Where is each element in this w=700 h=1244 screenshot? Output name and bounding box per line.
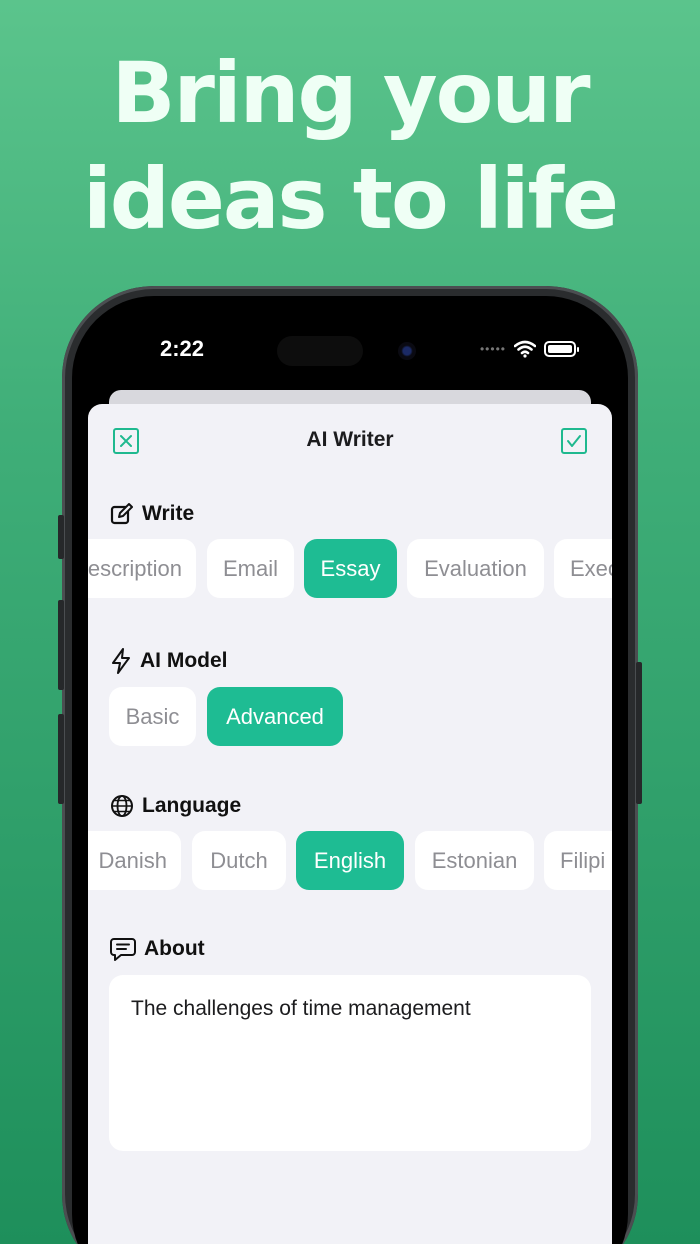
write-section-label: Write bbox=[110, 502, 194, 526]
write-option-exec[interactable]: Exec bbox=[554, 539, 612, 598]
checkmark-icon bbox=[567, 435, 581, 447]
about-label: About bbox=[144, 937, 205, 960]
phone-screen: 2:22 ••••• AI Writer Write escription Em… bbox=[72, 296, 628, 1244]
language-option-dutch[interactable]: Dutch bbox=[192, 831, 286, 890]
language-option-estonian[interactable]: Estonian bbox=[415, 831, 534, 890]
ai-model-label: AI Model bbox=[140, 649, 228, 672]
about-text: The challenges of time management bbox=[131, 997, 471, 1020]
language-options: Danish Dutch English Estonian Filipi bbox=[88, 831, 612, 891]
lightning-icon bbox=[112, 648, 130, 674]
ai-writer-sheet: AI Writer Write escription Email Essay E… bbox=[88, 404, 612, 1244]
headline-line-2: ideas to life bbox=[82, 150, 619, 248]
write-option-description[interactable]: escription bbox=[88, 539, 196, 598]
ai-model-section-label: AI Model bbox=[110, 648, 228, 674]
message-icon bbox=[110, 938, 136, 961]
phone-volume-down-button bbox=[58, 714, 64, 804]
language-section-label: Language bbox=[110, 794, 241, 818]
headline: Bring your ideas to life bbox=[0, 40, 700, 252]
camera-icon bbox=[398, 342, 416, 360]
dynamic-island bbox=[277, 336, 363, 366]
headline-line-1: Bring your bbox=[111, 44, 590, 142]
confirm-button[interactable] bbox=[561, 428, 587, 454]
write-options: escription Email Essay Evaluation Exec bbox=[88, 539, 612, 599]
signal-dots-icon: ••••• bbox=[479, 342, 506, 356]
globe-icon bbox=[111, 795, 133, 817]
battery-icon bbox=[544, 341, 579, 357]
wifi-icon bbox=[514, 340, 536, 358]
about-text-area[interactable]: The challenges of time management bbox=[109, 975, 591, 1151]
ai-model-option-advanced[interactable]: Advanced bbox=[207, 687, 343, 746]
write-option-essay[interactable]: Essay bbox=[304, 539, 397, 598]
status-time: 2:22 bbox=[160, 336, 205, 361]
language-option-filipino[interactable]: Filipi bbox=[544, 831, 612, 890]
status-indicators: ••••• bbox=[479, 340, 579, 358]
phone-volume-up-button bbox=[58, 600, 64, 690]
phone-power-button bbox=[636, 662, 642, 804]
sheet-title: AI Writer bbox=[306, 428, 394, 451]
language-option-english[interactable]: English bbox=[296, 831, 404, 890]
write-option-email[interactable]: Email bbox=[207, 539, 294, 598]
about-section-label: About bbox=[110, 936, 205, 962]
phone-action-button bbox=[58, 515, 64, 559]
ai-model-options: Basic Advanced bbox=[88, 687, 612, 747]
edit-icon bbox=[110, 503, 133, 525]
write-option-evaluation[interactable]: Evaluation bbox=[407, 539, 544, 598]
language-label: Language bbox=[142, 794, 242, 817]
write-label: Write bbox=[142, 502, 195, 525]
language-option-danish[interactable]: Danish bbox=[88, 831, 181, 890]
ai-model-option-basic[interactable]: Basic bbox=[109, 687, 196, 746]
